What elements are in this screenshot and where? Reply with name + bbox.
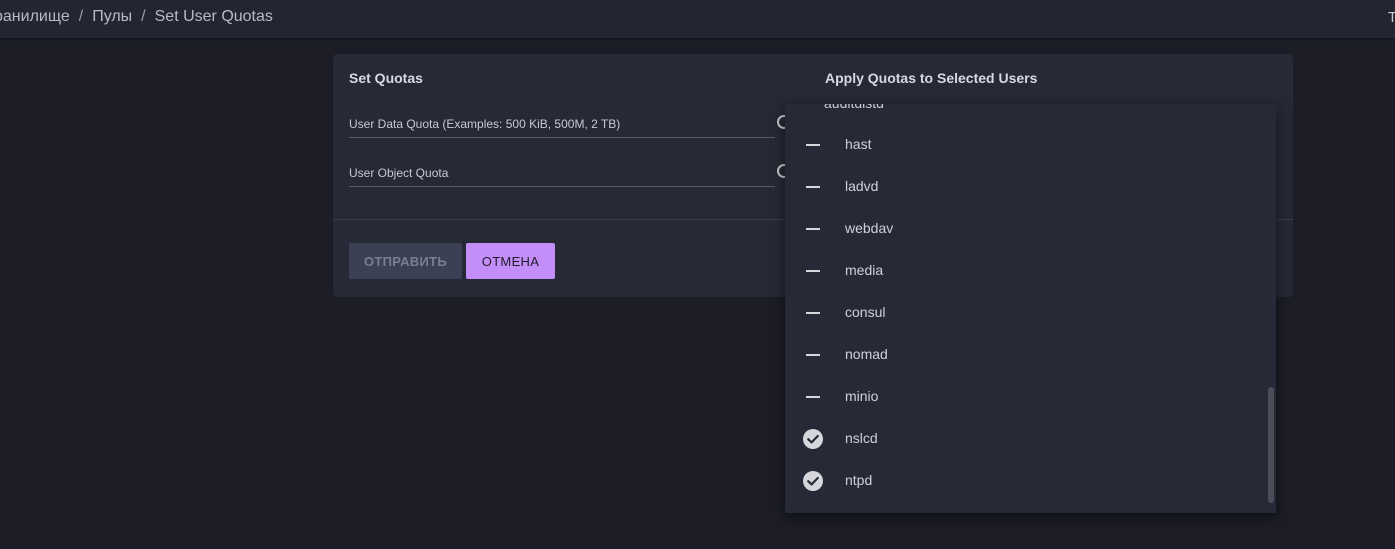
cancel-button[interactable]: ОТМЕНА: [466, 243, 555, 279]
user-option[interactable]: media: [785, 250, 1265, 292]
check-circle-icon[interactable]: [803, 429, 823, 449]
dash-icon[interactable]: [806, 270, 820, 272]
user-option[interactable]: nomad: [785, 334, 1265, 376]
breadcrumb-separator: /: [141, 8, 146, 25]
apply-quotas-title: Apply Quotas to Selected Users: [825, 70, 1038, 86]
breadcrumb-item-pools[interactable]: Пулы: [92, 8, 132, 26]
top-bar: ранилище / Пулы / Set User Quotas T: [0, 0, 1395, 38]
breadcrumb-item-storage[interactable]: ранилище: [0, 8, 70, 26]
dash-icon[interactable]: [806, 186, 820, 188]
breadcrumb: ранилище / Пулы / Set User Quotas: [0, 8, 273, 26]
option-label-partial: auditdistd: [824, 104, 884, 111]
check-circle-icon[interactable]: [803, 471, 823, 491]
option-label: nslcd: [845, 430, 878, 446]
user-option[interactable]: hast: [785, 124, 1265, 166]
dash-icon[interactable]: [806, 144, 820, 146]
option-label: consul: [845, 304, 886, 320]
submit-button[interactable]: ОТПРАВИТЬ: [349, 243, 462, 279]
dash-icon[interactable]: [806, 228, 820, 230]
option-label: ladvd: [845, 178, 879, 194]
topbar-clipped-text: T: [1387, 9, 1395, 26]
user-object-quota-label: User Object Quota: [349, 166, 449, 180]
scrollbar[interactable]: [1268, 387, 1274, 503]
dash-icon[interactable]: [806, 354, 820, 356]
option-label: hast: [845, 136, 872, 152]
users-select-dropdown[interactable]: auditdistd hast ladvd webdav media consul nom…: [785, 104, 1276, 513]
option-label: minio: [845, 388, 879, 404]
user-option[interactable]: minio: [785, 376, 1265, 418]
breadcrumb-item-current: Set User Quotas: [154, 8, 273, 25]
user-option[interactable]: ladvd: [785, 166, 1265, 208]
user-option[interactable]: ntpd: [785, 460, 1265, 502]
user-option[interactable]: nslcd: [785, 418, 1265, 460]
user-object-quota-field[interactable]: User Object Quota: [349, 158, 791, 187]
user-option[interactable]: webdav: [785, 208, 1265, 250]
option-label: nomad: [845, 346, 888, 362]
option-label: media: [845, 262, 884, 278]
dash-icon[interactable]: [806, 312, 820, 314]
set-quotas-title: Set Quotas: [349, 70, 423, 86]
dash-icon[interactable]: [806, 396, 820, 398]
user-data-quota-field[interactable]: User Data Quota (Examples: 500 KiB, 500M…: [349, 109, 791, 138]
option-label: webdav: [845, 220, 894, 236]
breadcrumb-separator: /: [78, 8, 84, 25]
user-option[interactable]: consul: [785, 292, 1265, 334]
option-label: ntpd: [845, 472, 873, 488]
user-data-quota-label: User Data Quota (Examples: 500 KiB, 500M…: [349, 117, 621, 131]
